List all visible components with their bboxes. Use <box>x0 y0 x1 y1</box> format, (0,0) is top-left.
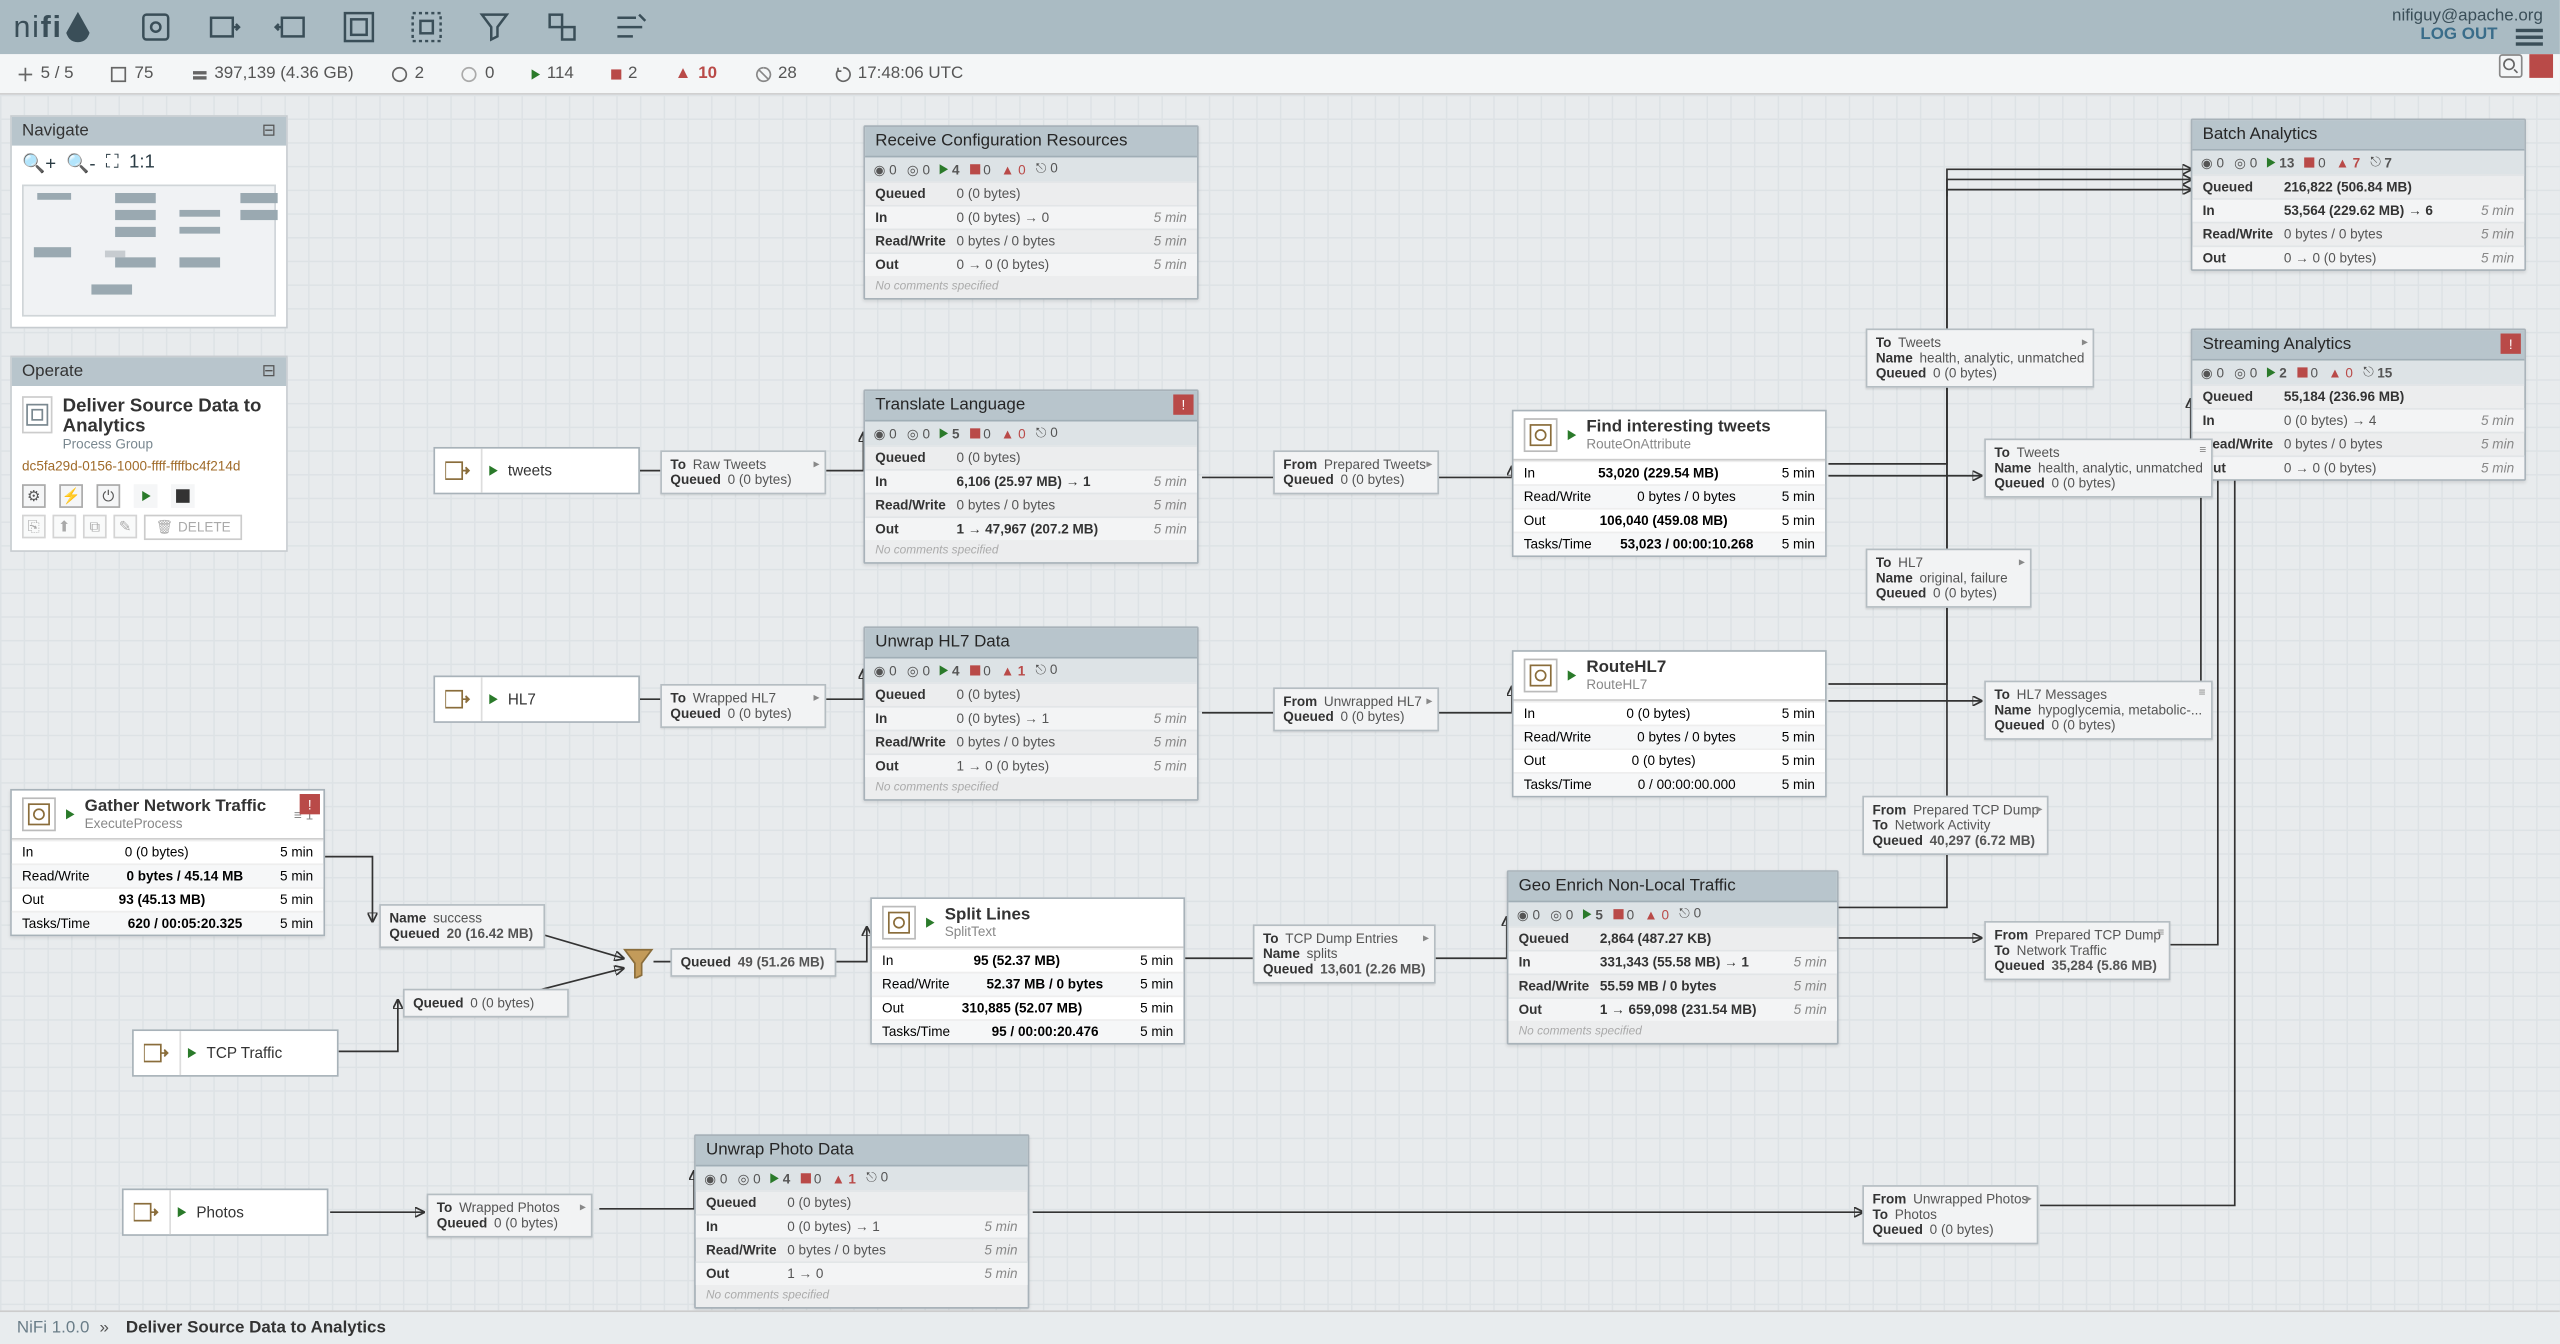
operate-panel: Operate⊟ Deliver Source Data to Analytic… <box>10 356 288 552</box>
input-port-icon <box>134 1031 181 1075</box>
operate-target-name: Deliver Source Data to Analytics <box>63 396 276 437</box>
global-menu-icon[interactable] <box>2516 25 2543 49</box>
conn-wrapped-photos[interactable]: ▸ To Wrapped Photos Queued 0 (0 bytes) <box>427 1194 593 1238</box>
pg-batch-analytics[interactable]: Batch Analytics ◉ 0◎ 0 13 0▲ 7⎋ 7 Queued… <box>2191 119 2526 271</box>
remote-group-tool-icon[interactable] <box>408 8 445 45</box>
breadcrumb[interactable]: NiFi 1.0.0 » Deliver Source Data to Anal… <box>0 1310 2560 1344</box>
group-count: 75 <box>111 64 154 83</box>
conn-to-tweets-batch[interactable]: ▸ To Tweets Name health, analytic, unmat… <box>1866 328 2095 387</box>
processor-split-lines[interactable]: Split LinesSplitText In95 (52.37 MB)5 mi… <box>870 897 1185 1044</box>
pg-unwrap-photo[interactable]: Unwrap Photo Data ◉ 0◎ 0 4 0▲ 1⎋ 0 Queue… <box>694 1134 1029 1308</box>
disabled-count: 28 <box>754 64 797 83</box>
copy-icon[interactable]: ⧉ <box>83 515 107 539</box>
collapse-icon[interactable]: ⊟ <box>262 122 276 141</box>
pg-translate-language[interactable]: Translate Language ! ◉ 0◎ 0 5 0▲ 0⎋ 0 Qu… <box>863 389 1198 563</box>
disable-icon[interactable]: ⏻ <box>97 484 121 508</box>
operate-uuid: dc5fa29d-0156-1000-ffff-ffffbc4f214d <box>22 459 276 474</box>
conn-to-tweets-stream[interactable]: ≡ To Tweets Name health, analytic, unmat… <box>1984 438 2213 497</box>
conn-success[interactable]: Name success Queued 20 (16.42 MB) <box>379 904 545 948</box>
input-port-hl7[interactable]: HL7 <box>433 676 640 723</box>
conn-queue-funnel[interactable]: Queued 49 (51.26 MB) <box>670 948 836 977</box>
running-count: 114 <box>532 64 574 83</box>
active-threads: 5 / 5 <box>17 64 74 83</box>
navigate-panel: Navigate⊟ 🔍+ 🔍- ⛶ 1:1 <box>10 115 288 328</box>
processor-route-hl7[interactable]: RouteHL7RouteHL7 In0 (0 bytes)5 min Read… <box>1512 650 1827 797</box>
input-port-icon <box>124 1190 171 1234</box>
stop-button[interactable] <box>171 484 195 508</box>
conn-wrapped-hl7[interactable]: ▸ To Wrapped HL7 Queued 0 (0 bytes) <box>660 684 826 728</box>
flow-canvas[interactable]: Navigate⊟ 🔍+ 🔍- ⛶ 1:1 Operate⊟ Deliver S… <box>0 95 2560 1311</box>
processor-gather-network[interactable]: ! Gather Network TrafficExecuteProcess ≡… <box>10 789 325 936</box>
processor-icon <box>882 906 916 940</box>
configure-icon[interactable]: ⚙ <box>22 484 46 508</box>
processor-icon <box>1524 659 1558 693</box>
operate-target-type: Process Group <box>63 437 276 452</box>
conn-prepared-tweets[interactable]: ▸ From Prepared Tweets Queued 0 (0 bytes… <box>1273 450 1439 494</box>
status-bar: 5 / 5 75 397,139 (4.36 GB) 2 0 114 2 ▲ 1… <box>0 54 2560 95</box>
output-port-tool-icon[interactable] <box>273 8 310 45</box>
input-port-tool-icon[interactable] <box>205 8 242 45</box>
conn-queue-tcp-port[interactable]: Queued 0 (0 bytes) <box>403 989 569 1018</box>
pg-geo-enrich[interactable]: Geo Enrich Non-Local Traffic ◉ 0◎ 0 5 0▲… <box>1507 870 1839 1044</box>
color-icon[interactable]: ✎ <box>113 515 137 539</box>
conn-tcp-dump-entries[interactable]: ▸ To TCP Dump Entries Name splits Queued… <box>1253 924 1436 983</box>
collapse-icon[interactable]: ⊟ <box>262 362 276 381</box>
template-icon[interactable]: ⎘ <box>22 515 46 539</box>
input-port-icon <box>435 449 482 493</box>
processor-icon <box>22 797 56 831</box>
bulletin-icon[interactable] <box>2529 54 2553 78</box>
zoom-in-icon[interactable]: 🔍+ <box>22 152 56 174</box>
zoom-actual-icon[interactable]: 1:1 <box>129 152 155 174</box>
processor-find-tweets[interactable]: Find interesting tweetsRouteOnAttribute … <box>1512 410 1827 557</box>
conn-hl7-messages[interactable]: ≡ To HL7 Messages Name hypoglycemia, met… <box>1984 681 2212 740</box>
bulletin-icon[interactable]: ! <box>300 794 320 814</box>
conn-to-hl7[interactable]: ▸ To HL7 Name original, failure Queued 0… <box>1866 549 2032 608</box>
invalid-count: ▲ 10 <box>675 64 717 83</box>
pg-unwrap-hl7[interactable]: Unwrap HL7 Data ◉ 0◎ 0 4 0▲ 1⎋ 0 Queued0… <box>863 626 1198 800</box>
zoom-out-icon[interactable]: 🔍- <box>66 152 95 174</box>
stopped-count: 2 <box>611 64 637 83</box>
funnel-tool-icon[interactable] <box>476 8 513 45</box>
funnel[interactable] <box>623 948 653 978</box>
label-tool-icon[interactable] <box>611 8 648 45</box>
bulletin-icon[interactable]: ! <box>1173 394 1193 414</box>
process-group-tool-icon[interactable] <box>340 8 377 45</box>
enable-icon[interactable]: ⚡ <box>59 484 83 508</box>
birdseye-view[interactable] <box>22 185 276 317</box>
processor-tool-icon[interactable] <box>137 8 174 45</box>
process-group-icon <box>22 396 52 433</box>
search-icon[interactable] <box>2499 54 2523 78</box>
remote-active: 2 <box>391 64 424 83</box>
logout-link[interactable]: LOG OUT <box>2420 25 2497 44</box>
remote-inactive: 0 <box>461 64 494 83</box>
pg-receive-config[interactable]: Receive Configuration Resources ◉ 0◎ 0 4… <box>863 125 1198 299</box>
input-port-icon <box>435 677 482 721</box>
bulletin-icon[interactable]: ! <box>2501 334 2521 354</box>
upload-icon[interactable]: ⬆ <box>52 515 76 539</box>
conn-unwrapped-hl7[interactable]: ▸ From Unwrapped HL7 Queued 0 (0 bytes) <box>1273 687 1439 731</box>
template-tool-icon[interactable] <box>543 8 580 45</box>
processor-icon <box>1524 418 1558 452</box>
conn-raw-tweets[interactable]: ▸ To Raw Tweets Queued 0 (0 bytes) <box>660 450 826 494</box>
queued-count: 397,139 (4.36 GB) <box>191 64 354 83</box>
main-toolbar: nifi nifiguy@apache.org LOG OUT <box>0 0 2560 54</box>
zoom-fit-icon[interactable]: ⛶ <box>106 152 119 174</box>
conn-tcp-batch[interactable]: ▸ From Prepared TCP Dump To Network Acti… <box>1862 796 2049 855</box>
input-port-photos[interactable]: Photos <box>122 1188 329 1235</box>
delete-button[interactable]: 🗑 DELETE <box>144 515 243 540</box>
start-button[interactable] <box>134 484 158 508</box>
input-port-tcp[interactable]: TCP Traffic <box>132 1029 339 1076</box>
nifi-logo: nifi <box>14 9 90 45</box>
conn-tcp-stream[interactable]: ≡ From Prepared TCP Dump To Network Traf… <box>1984 921 2171 980</box>
user-email: nifiguy@apache.org <box>2392 7 2543 26</box>
pg-streaming-analytics[interactable]: Streaming Analytics ! ◉ 0◎ 0 2 0▲ 0⎋ 15 … <box>2191 328 2526 480</box>
conn-photos-out[interactable]: ▸ From Unwrapped Photos To Photos Queued… <box>1862 1185 2038 1244</box>
last-refreshed: 17:48:06 UTC <box>834 64 963 83</box>
input-port-tweets[interactable]: tweets <box>433 447 640 494</box>
